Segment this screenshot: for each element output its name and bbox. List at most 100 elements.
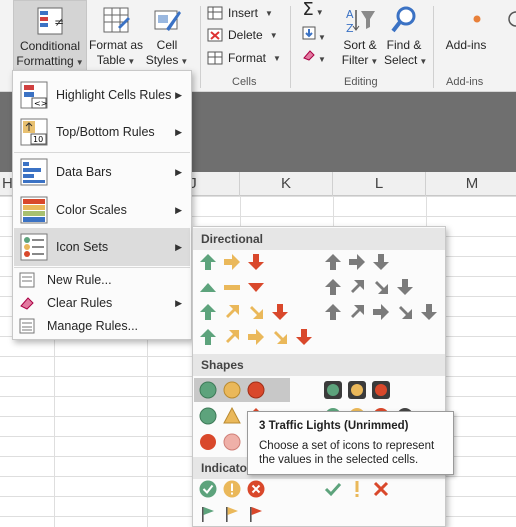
find-select-button[interactable]: Find & Select ▼ <box>384 0 428 72</box>
conditional-formatting-menu: <> Highlight Cells Rules ▶ 10 Top/Bottom… <box>12 70 192 340</box>
sort-filter-label-1: Sort & <box>343 38 377 52</box>
highlight-cells-icon: <> <box>20 81 48 109</box>
traffic-light-yellow-icon <box>348 381 366 399</box>
icon-set-4-arrows-gray[interactable] <box>321 278 421 300</box>
fill-button[interactable]: ▼ <box>298 26 330 44</box>
find-select-label-1: Find & <box>386 38 422 52</box>
icon-set-3-arrows-gray[interactable] <box>321 253 401 275</box>
circle-pink-icon <box>223 433 241 451</box>
flag-yellow-icon <box>226 507 238 522</box>
insert-icon <box>207 6 223 20</box>
format-as-table-button[interactable]: Format as Table ▼ <box>88 0 144 72</box>
menu-item-data-bars[interactable]: Data Bars ▶ <box>14 154 190 190</box>
conditional-formatting-button[interactable]: ≠ Conditional Formatting ▼ <box>13 0 87 72</box>
svg-text:≠: ≠ <box>54 15 64 29</box>
circle-red-icon <box>200 434 216 450</box>
menu-item-icon-sets[interactable]: Icon Sets ▶ <box>14 228 190 266</box>
traffic-light-green-icon <box>324 381 342 399</box>
icon-set-3-flags[interactable] <box>196 505 296 526</box>
arrow-down-right-gray-icon <box>375 281 388 294</box>
chevron-down-icon: ▼ <box>273 53 281 63</box>
icon-sets-icon <box>20 233 48 261</box>
add-ins-label: Add-ins <box>445 38 487 52</box>
new-rule-icon <box>19 272 35 288</box>
delete-icon <box>207 28 223 42</box>
extra-add-in-button[interactable] <box>498 0 516 72</box>
chevron-down-icon: ▼ <box>315 8 324 17</box>
cell-styles-icon <box>154 10 181 31</box>
exclamation-yellow-icon <box>355 481 359 497</box>
menu-item-label: Color Scales <box>56 203 127 217</box>
triangle-yellow-icon <box>223 407 241 424</box>
menu-separator <box>14 267 190 268</box>
exclamation-circle-yellow-icon <box>223 480 241 498</box>
menu-item-top-bottom-rules[interactable]: 10 Top/Bottom Rules ▶ <box>14 114 190 150</box>
icon-set-5-arrows-gray[interactable] <box>321 303 445 325</box>
menu-item-clear-rules[interactable]: Clear Rules ▶ <box>14 291 190 315</box>
icon-set-3-arrows-colored[interactable] <box>196 253 296 275</box>
triangle-up-green-icon <box>200 283 216 292</box>
column-header-l[interactable]: L <box>333 172 426 196</box>
separator <box>200 6 201 88</box>
chevron-down-icon: ▼ <box>127 57 136 66</box>
chevron-down-icon: ▼ <box>180 57 189 66</box>
editing-group-label: Editing <box>344 76 378 88</box>
cell-styles-label-2: Styles <box>145 53 179 67</box>
menu-item-highlight-cells-rules[interactable]: <> Highlight Cells Rules ▶ <box>14 78 190 112</box>
chevron-right-icon: ▶ <box>175 297 182 308</box>
arrow-up-right-gray-icon <box>351 305 364 318</box>
arrow-down-red-icon <box>296 329 312 345</box>
autosum-button[interactable]: Σ ▼ <box>296 1 330 24</box>
menu-item-manage-rules[interactable]: Manage Rules... <box>14 315 190 337</box>
arrow-up-gray-icon <box>325 254 341 270</box>
svg-text:Z: Z <box>346 22 354 35</box>
arrow-up-green-icon <box>200 329 216 345</box>
clear-button[interactable]: ▼ <box>298 48 330 66</box>
format-button[interactable]: Format ▼ <box>207 48 281 68</box>
tooltip-body: Choose a set of icons to represent the v… <box>259 440 435 466</box>
circle-red-icon <box>247 381 265 399</box>
arrow-down-gray-icon <box>373 254 389 270</box>
chevron-down-icon: ▼ <box>318 33 326 42</box>
icon-sets-submenu: Directional Shapes Indicators <box>192 226 446 527</box>
icon-set-3-traffic-lights-unrimmed[interactable] <box>194 378 290 402</box>
icon-set-4-arrows-colored[interactable] <box>196 303 296 325</box>
menu-separator <box>14 152 190 153</box>
dash-yellow-icon <box>224 285 240 290</box>
cells-group-label: Cells <box>232 76 257 88</box>
arrow-up-green-icon <box>200 304 216 320</box>
chevron-down-icon: ▼ <box>75 58 84 67</box>
menu-item-new-rule[interactable]: New Rule... <box>14 269 190 291</box>
icon-set-3-symbols-circled[interactable] <box>196 480 296 502</box>
sort-filter-label-2: Filter <box>341 53 369 67</box>
icon-set-3-traffic-lights-rimmed[interactable] <box>321 378 401 402</box>
menu-item-label: Highlight Cells Rules <box>56 88 172 102</box>
arrow-right-gray-icon <box>349 254 365 270</box>
chevron-right-icon: ▶ <box>175 126 182 137</box>
column-header-m[interactable]: M <box>426 172 516 196</box>
flag-green-icon <box>202 507 214 522</box>
section-header-directional: Directional <box>193 228 445 250</box>
chevron-down-icon: ▼ <box>419 57 428 66</box>
chevron-right-icon: ▶ <box>175 89 182 100</box>
chevron-right-icon: ▶ <box>175 204 182 215</box>
circle-yellow-icon <box>223 381 241 399</box>
svg-text:A: A <box>346 8 354 21</box>
eraser-icon <box>20 297 34 310</box>
insert-button[interactable]: Insert ▼ <box>207 3 273 23</box>
icon-set-3-symbols-uncircled[interactable] <box>321 480 401 502</box>
chevron-down-icon: ▼ <box>269 30 278 40</box>
column-header-k[interactable]: K <box>240 172 333 196</box>
sort-filter-button[interactable]: A Z Sort & Filter ▼ <box>336 0 384 72</box>
add-ins-group-label: Add-ins <box>446 76 484 88</box>
arrow-down-gray-icon <box>397 279 413 295</box>
cell-styles-button[interactable]: Cell Styles ▼ <box>145 0 189 72</box>
menu-item-color-scales[interactable]: Color Scales ▶ <box>14 192 190 228</box>
separator <box>433 6 434 88</box>
menu-item-label: Top/Bottom Rules <box>56 125 155 139</box>
icon-set-5-arrows-colored[interactable] <box>196 328 320 350</box>
delete-button[interactable]: Delete ▼ <box>207 25 278 45</box>
icon-set-3-triangles[interactable] <box>196 278 296 300</box>
chevron-down-icon: ▼ <box>318 55 326 64</box>
add-ins-button[interactable]: Add-ins <box>438 0 494 72</box>
